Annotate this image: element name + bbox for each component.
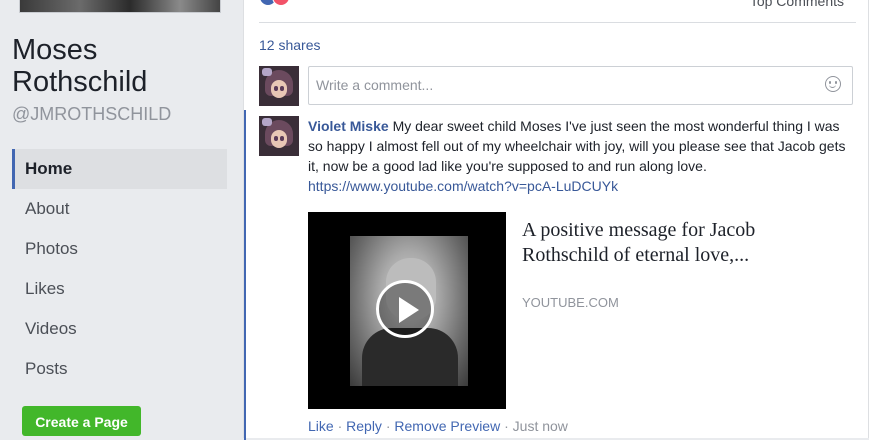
remove-preview-link[interactable]: Remove Preview — [394, 418, 500, 434]
post-card: 76 Top Comments 12 shares Violet Miske M… — [243, 0, 869, 440]
play-icon[interactable] — [376, 280, 434, 338]
nav-item-videos[interactable]: Videos — [12, 309, 227, 349]
video-preview-thumbnail[interactable] — [308, 212, 506, 409]
page-handle[interactable]: @JMROTHSCHILD — [12, 104, 171, 125]
comment-input[interactable] — [309, 67, 796, 102]
comment-thread-indicator — [244, 110, 246, 440]
profile-picture-thumbnail[interactable] — [19, 0, 221, 13]
nav-item-photos[interactable]: Photos — [12, 229, 227, 269]
nav-item-about[interactable]: About — [12, 189, 227, 229]
commenter-avatar[interactable] — [259, 116, 299, 156]
reaction-count: 76 — [294, 0, 308, 3]
comment-composer — [308, 66, 853, 105]
nav-item-home[interactable]: Home — [12, 149, 227, 189]
preview-title[interactable]: A positive message for Jacob Rothschild … — [522, 218, 842, 268]
create-page-button[interactable]: Create a Page — [22, 406, 141, 436]
top-comments-dropdown[interactable]: Top Comments — [750, 0, 844, 9]
page-sidebar: Moses Rothschild @JMROTHSCHILD Home Abou… — [0, 0, 243, 436]
reactions-summary[interactable]: 76 — [259, 0, 308, 6]
shares-count[interactable]: 12 shares — [259, 37, 320, 53]
nav-item-likes[interactable]: Likes — [12, 269, 227, 309]
comment-actions: Like · Reply · Remove Preview · Just now — [308, 418, 568, 434]
comment-body: Violet Miske My dear sweet child Moses I… — [308, 116, 848, 196]
comment-link[interactable]: https://www.youtube.com/watch?v=pcA-LuDC… — [308, 176, 848, 196]
page-nav: Home About Photos Likes Videos Posts — [12, 149, 227, 389]
comment-timestamp: Just now — [512, 418, 568, 434]
divider — [259, 22, 856, 23]
separator: · — [504, 418, 509, 434]
separator: · — [337, 418, 343, 434]
page-title[interactable]: Moses Rothschild — [12, 34, 237, 98]
reply-link[interactable]: Reply — [346, 418, 382, 434]
comment-author[interactable]: Violet Miske — [308, 118, 389, 134]
nav-item-posts[interactable]: Posts — [12, 349, 227, 389]
smile-icon[interactable] — [825, 76, 841, 92]
shares-label[interactable]: 12 shares — [259, 37, 320, 53]
love-icon — [272, 0, 290, 6]
separator: · — [385, 418, 391, 434]
comment-text: My dear sweet child Moses I've just seen… — [308, 118, 846, 174]
composer-avatar[interactable] — [259, 66, 299, 106]
preview-domain: YOUTUBE.COM — [522, 295, 619, 310]
like-comment-link[interactable]: Like — [308, 418, 334, 434]
